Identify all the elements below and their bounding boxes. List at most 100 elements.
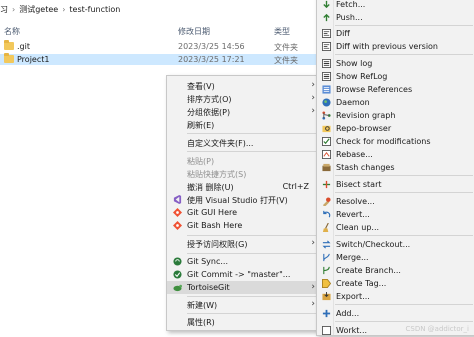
breadcrumb-part[interactable]: test-function (69, 5, 120, 14)
menu-item-git-commit[interactable]: Git Commit -> "master"... (167, 268, 321, 281)
menu-item-label: Merge... (336, 253, 369, 262)
menu-item-label: 排序方式(O) (187, 95, 232, 104)
menu-item-label: Git Sync... (187, 257, 229, 266)
submenu-item-push[interactable]: Push... (317, 11, 474, 24)
daemon-icon (322, 98, 331, 107)
menu-item-git-bash[interactable]: Git Bash Here (167, 219, 321, 232)
menu-item-grant-access[interactable]: 授予访问权限(G) › (167, 237, 321, 250)
file-type: 文件夹 (274, 56, 298, 65)
submenu-item-add[interactable]: Add... (317, 307, 474, 320)
submenu-item-reflog[interactable]: Show RefLog (317, 70, 474, 83)
menu-separator (187, 313, 317, 314)
submenu-item-create-branch[interactable]: Create Branch... (317, 264, 474, 277)
menu-item-paste[interactable]: 粘贴(P) (167, 154, 321, 167)
submenu-item-daemon[interactable]: Daemon (317, 96, 474, 109)
menu-item-label: Git Commit -> "master"... (187, 270, 291, 279)
menu-separator (335, 321, 473, 322)
diff-previous-icon (322, 42, 331, 51)
submenu-item-create-tag[interactable]: Create Tag... (317, 277, 474, 290)
menu-separator (187, 151, 317, 152)
submenu-item-bisect[interactable]: Bisect start (317, 178, 474, 191)
submenu-item-diff[interactable]: Diff (317, 27, 474, 40)
bisect-icon (322, 180, 331, 189)
submenu-item-merge[interactable]: Merge... (317, 251, 474, 264)
submenu-item-rebase[interactable]: Rebase... (317, 148, 474, 161)
menu-item-label: Show log (336, 59, 373, 68)
shortcut-text: Ctrl+Z (282, 182, 309, 191)
submenu-item-resolve[interactable]: Resolve... (317, 195, 474, 208)
export-icon (322, 292, 331, 301)
menu-item-label: Revert... (336, 210, 370, 219)
revision-graph-icon (322, 111, 331, 120)
menu-item-label: Daemon (336, 98, 370, 107)
menu-item-properties[interactable]: 属性(R) (167, 315, 321, 328)
repo-browser-icon (322, 125, 331, 133)
submenu-item-clean-up[interactable]: Clean up... (317, 221, 474, 234)
submenu-item-switch-checkout[interactable]: Switch/Checkout... (317, 238, 474, 251)
menu-item-label: Rebase... (336, 150, 373, 159)
menu-separator (187, 235, 317, 236)
menu-item-view[interactable]: 查看(V) › (167, 79, 321, 92)
menu-item-git-sync[interactable]: Git Sync... (167, 255, 321, 268)
column-name[interactable]: 名称 (4, 26, 20, 37)
menu-item-label: Revision graph (336, 111, 396, 120)
resolve-icon (322, 197, 331, 206)
folder-icon (4, 53, 14, 63)
menu-item-label: Check for modifications (336, 137, 431, 146)
submenu-item-diff-previous[interactable]: Diff with previous version (317, 40, 474, 53)
menu-item-label: 自定义文件夹(F)... (187, 139, 254, 148)
menu-item-group[interactable]: 分组依据(P) › (167, 105, 321, 118)
menu-item-new[interactable]: 新建(W) › (167, 298, 321, 311)
menu-item-label: Export... (336, 292, 370, 301)
column-type[interactable]: 类型 (274, 26, 290, 37)
push-icon (323, 13, 330, 22)
menu-item-label: 分组依据(P) (187, 108, 231, 117)
chevron-right-icon: › (311, 93, 315, 103)
submenu-item-check-modifications[interactable]: Check for modifications (317, 135, 474, 148)
menu-item-tortoisegit[interactable]: TortoiseGit › (167, 281, 321, 294)
submenu-item-revert[interactable]: Revert... (317, 208, 474, 221)
reflog-icon (322, 72, 331, 81)
menu-item-label: 属性(R) (187, 318, 215, 327)
breadcrumb-part[interactable]: 测试getee (19, 4, 58, 15)
menu-item-label: Diff (336, 29, 350, 38)
chevron-right-icon: › (62, 4, 66, 14)
menu-item-paste-shortcut[interactable]: 粘贴快捷方式(S) (167, 167, 321, 180)
create-tag-icon (322, 279, 331, 288)
submenu-item-show-log[interactable]: Show log (317, 57, 474, 70)
submenu-item-revision-graph[interactable]: Revision graph (317, 109, 474, 122)
menu-item-sort[interactable]: 排序方式(O) › (167, 92, 321, 105)
submenu-item-export[interactable]: Export... (317, 290, 474, 303)
chevron-right-icon: › (311, 80, 315, 90)
tortoisegit-submenu: Fetch... Push... Diff Diff with previous… (316, 0, 474, 336)
menu-item-undo-delete[interactable]: 撤消 删除(U) Ctrl+Z (167, 180, 321, 193)
column-date[interactable]: 修改日期 (178, 26, 210, 37)
menu-item-customize-folder[interactable]: 自定义文件夹(F)... (167, 136, 321, 149)
submenu-item-repo-browser[interactable]: Repo-browser (317, 122, 474, 135)
stash-icon (322, 163, 331, 172)
menu-separator (187, 133, 317, 134)
git-gui-icon (173, 208, 182, 217)
menu-item-label: Browse References (336, 85, 413, 94)
submenu-item-fetch[interactable]: Fetch... (317, 0, 474, 11)
breadcrumb-part[interactable]: 习 (0, 4, 8, 15)
submenu-item-browse-references[interactable]: Browse References (317, 83, 474, 96)
menu-item-label: Resolve... (336, 197, 375, 206)
folder-icon (4, 40, 14, 50)
menu-item-open-visual-studio[interactable]: 使用 Visual Studio 打开(V) (167, 193, 321, 206)
menu-item-git-gui[interactable]: Git GUI Here (167, 206, 321, 219)
menu-item-label: Add... (336, 309, 360, 318)
menu-item-refresh[interactable]: 刷新(E) (167, 118, 321, 131)
show-log-icon (322, 59, 331, 68)
menu-separator (335, 192, 473, 193)
rebase-icon (322, 150, 331, 159)
diff-icon (322, 29, 331, 38)
menu-item-label: Create Branch... (336, 266, 401, 275)
menu-item-label: Push... (336, 13, 363, 22)
menu-item-label: Clean up... (336, 223, 380, 232)
submenu-item-stash[interactable]: Stash changes (317, 161, 474, 174)
chevron-right-icon: › (12, 4, 16, 14)
clean-up-icon (322, 223, 329, 232)
revert-icon (323, 210, 331, 218)
check-modifications-icon (322, 137, 331, 146)
